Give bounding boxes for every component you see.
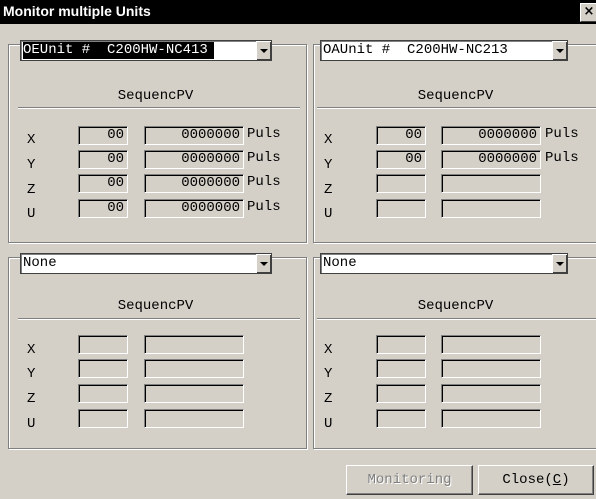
pv-field — [144, 335, 244, 354]
pv-field — [441, 384, 541, 403]
unit-label: Puls — [247, 199, 281, 215]
pv-field: 0000000 — [441, 126, 541, 145]
title-bar[interactable]: Monitor multiple Units × — [0, 0, 596, 24]
axis-label: X — [324, 342, 333, 358]
axis-label: Y — [324, 157, 333, 173]
sequence-field — [376, 384, 426, 403]
pv-field: 0000000 — [144, 174, 244, 193]
pv-field: 0000000 — [441, 150, 541, 169]
sequence-field — [376, 359, 426, 378]
close-button-label-prefix: Close( — [502, 472, 553, 488]
unit-label: Puls — [247, 174, 281, 190]
axis-label: Z — [324, 391, 333, 407]
chevron-down-icon[interactable] — [552, 254, 567, 273]
sequence-field: 00 — [376, 150, 426, 169]
unit-label: Puls — [545, 150, 579, 166]
sequence-field: 00 — [78, 174, 128, 193]
sequence-field — [376, 409, 426, 428]
pv-field — [441, 335, 541, 354]
pv-field — [144, 384, 244, 403]
unit-label: Puls — [545, 126, 579, 142]
monitor-window: Monitor multiple Units × OEUnit # C200HW… — [0, 0, 596, 499]
axis-label: Y — [27, 366, 36, 382]
unit-select-4[interactable]: None — [320, 253, 568, 274]
sequence-field — [78, 359, 128, 378]
pv-field — [441, 409, 541, 428]
sequence-field — [376, 335, 426, 354]
axis-label: U — [27, 206, 36, 222]
sequence-field: 00 — [78, 126, 128, 145]
pv-field — [144, 359, 244, 378]
window-title: Monitor multiple Units — [3, 3, 151, 19]
unit-select-3[interactable]: None — [20, 253, 272, 274]
axis-label: Y — [27, 157, 36, 173]
axis-label: X — [27, 342, 36, 358]
axis-label: U — [324, 206, 333, 222]
unit-label: Puls — [247, 126, 281, 142]
unit-select-value: OAUnit # C200HW-NC213 — [323, 42, 508, 58]
pv-field: 0000000 — [144, 199, 244, 218]
sequence-field — [78, 335, 128, 354]
sequence-field: 00 — [78, 150, 128, 169]
unit-select-1[interactable]: OEUnit # C200HW-NC413 — [20, 40, 272, 61]
close-button-label-suffix: ) — [561, 472, 570, 488]
pv-field — [441, 174, 541, 193]
header-divider — [18, 318, 300, 320]
sequence-field — [376, 174, 426, 193]
unit-label: Puls — [247, 150, 281, 166]
pv-field: 0000000 — [144, 150, 244, 169]
sequence-field: 00 — [376, 126, 426, 145]
sequence-field: 00 — [78, 199, 128, 218]
axis-label: Z — [27, 182, 36, 198]
axis-label: Z — [324, 182, 333, 198]
axis-label: U — [27, 416, 36, 432]
pv-field — [441, 199, 541, 218]
axis-label: Y — [324, 366, 333, 382]
sequence-pv-header: SequencPV — [417, 88, 494, 104]
unit-select-value: None — [323, 255, 357, 271]
sequence-pv-header: SequencPV — [417, 298, 494, 314]
header-divider — [317, 107, 596, 109]
axis-label: X — [27, 132, 36, 148]
axis-label: Z — [27, 391, 36, 407]
unit-select-value: OEUnit # C200HW-NC413 — [23, 42, 214, 59]
header-divider — [317, 318, 596, 320]
monitoring-button[interactable]: Monitoring — [346, 465, 473, 495]
pv-field — [144, 409, 244, 428]
close-icon[interactable]: × — [580, 3, 596, 22]
chevron-down-icon[interactable] — [256, 254, 271, 273]
close-button-accelerator: C — [552, 472, 562, 488]
axis-label: U — [324, 416, 333, 432]
sequence-field — [78, 384, 128, 403]
chevron-down-icon[interactable] — [552, 41, 567, 60]
pv-field — [441, 359, 541, 378]
sequence-field — [78, 409, 128, 428]
sequence-pv-header: SequencPV — [117, 88, 194, 104]
pv-field: 0000000 — [144, 126, 244, 145]
sequence-pv-header: SequencPV — [117, 298, 194, 314]
header-divider — [18, 107, 300, 109]
unit-select-value: None — [23, 255, 57, 271]
close-button[interactable]: Close(C) — [478, 465, 594, 495]
axis-label: X — [324, 132, 333, 148]
sequence-field — [376, 199, 426, 218]
chevron-down-icon[interactable] — [256, 41, 271, 60]
unit-select-2[interactable]: OAUnit # C200HW-NC213 — [320, 40, 568, 61]
